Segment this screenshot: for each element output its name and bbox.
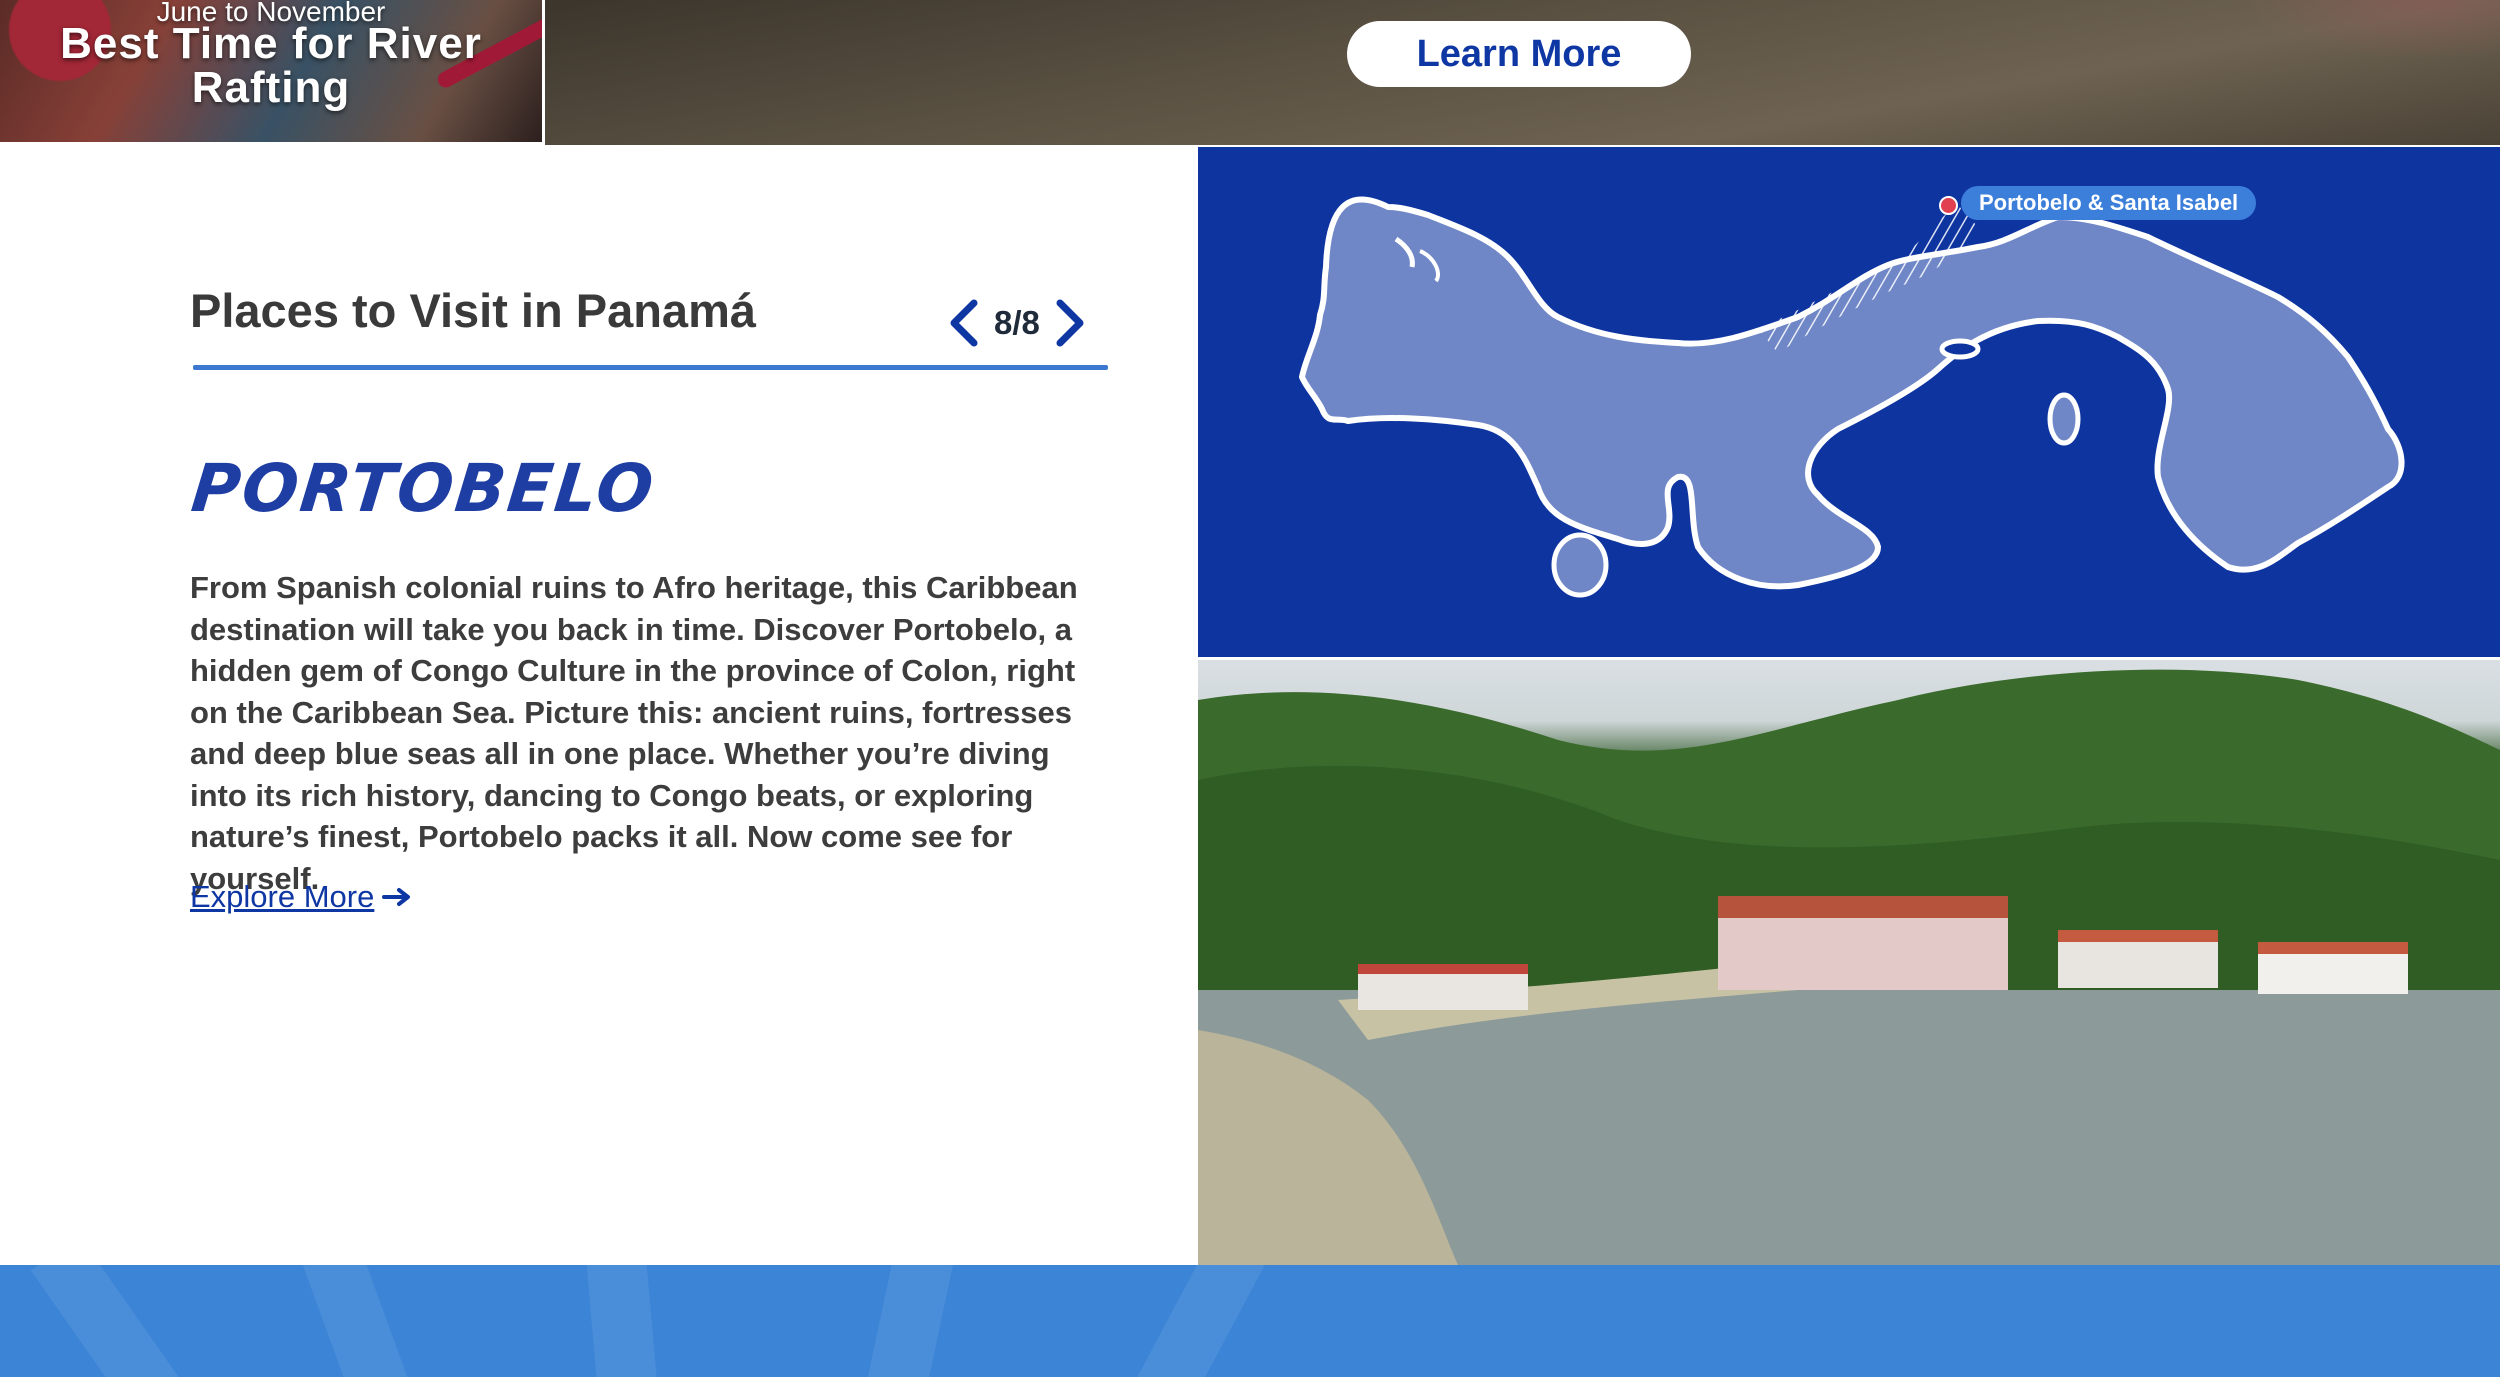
place-description: From Spanish colonial ruins to Afro heri… (190, 570, 1078, 896)
places-section: Places to Visit in Panamá 8/8 PORTOBELO … (0, 145, 1197, 1265)
top-banner: June to November Best Time for River Raf… (0, 0, 2500, 145)
panama-map (1198, 147, 2500, 657)
pager: 8/8 (940, 293, 1094, 353)
map-location-label[interactable]: Portobelo & Santa Isabel (1961, 186, 2257, 220)
rafting-promo-card[interactable]: June to November Best Time for River Raf… (0, 0, 545, 142)
title-underline (193, 365, 1108, 370)
place-name: PORTOBELO (187, 450, 659, 527)
section-title: Places to Visit in Panamá (190, 284, 756, 337)
beach-hero-image: Learn More (545, 0, 2500, 145)
map-pin-icon[interactable] (1939, 196, 1958, 215)
footer-band (0, 1265, 2500, 1377)
chevron-left-icon (950, 299, 978, 347)
explore-more-link[interactable]: Explore More (190, 879, 412, 915)
panama-map-shape (1299, 196, 2405, 598)
next-place-button[interactable] (1048, 293, 1094, 353)
arrow-right-icon (382, 888, 411, 906)
rafting-card-title: Best Time for River Rafting (60, 19, 482, 112)
learn-more-button[interactable]: Learn More (1347, 21, 1691, 87)
pager-count: 8/8 (994, 304, 1040, 341)
prev-place-button[interactable] (940, 293, 986, 353)
portobelo-photo (1198, 660, 2500, 1265)
chevron-right-icon (1056, 299, 1084, 347)
portobelo-photo-graphic (1198, 669, 2500, 1265)
explore-more-label: Explore More (190, 879, 375, 914)
